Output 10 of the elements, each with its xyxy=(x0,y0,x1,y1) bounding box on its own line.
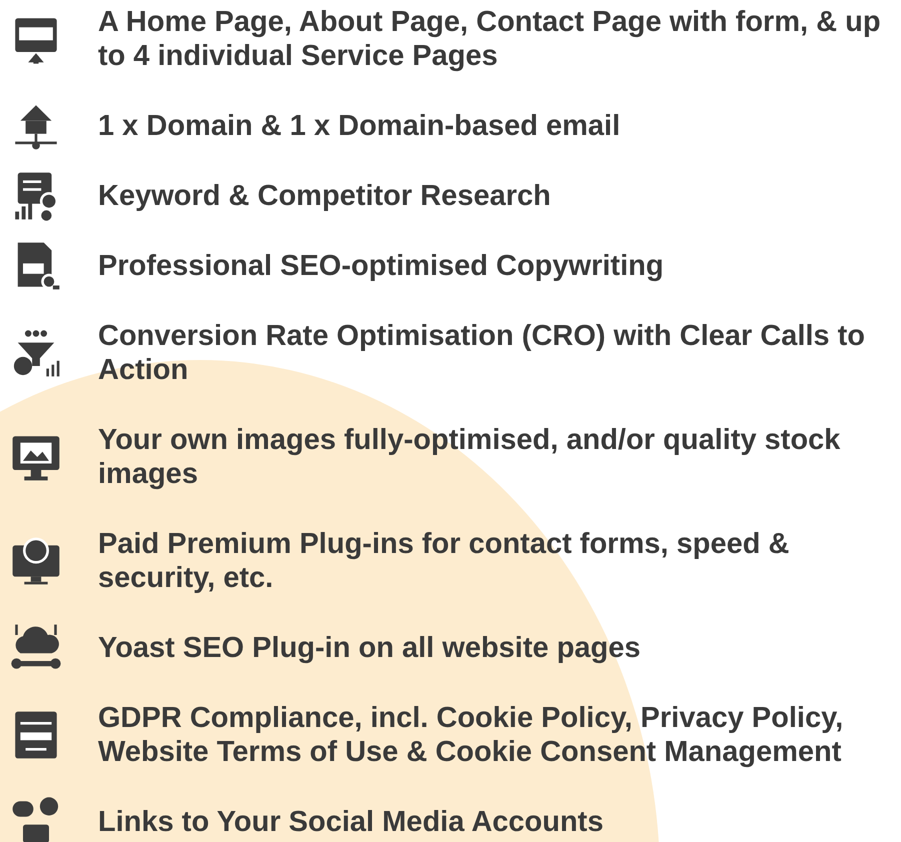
feature-text: 1 x Domain & 1 x Domain-based email xyxy=(98,109,620,143)
feature-text: Yoast SEO Plug-in on all website pages xyxy=(98,631,641,665)
feature-text: A Home Page, About Page, Contact Page with form, & up to 4 individual Service Pages xyxy=(98,5,882,73)
feature-text: Your own images fully-optimised, and/or quality stock images xyxy=(98,423,842,491)
feature-text: Conversion Rate Optimisation (CRO) with Clear Calls to Action xyxy=(98,319,866,387)
feature-text: Links to Your Social Media Accounts xyxy=(98,805,604,839)
feature-text: Keyword & Competitor Research xyxy=(98,179,551,213)
feature-text: Paid Premium Plug-ins for contact forms, speed & security, etc. xyxy=(98,527,790,595)
feature-text: GDPR Compliance, incl. Cookie Policy, Privacy Policy, Website Terms of Use & Cookie Consent Management xyxy=(98,701,844,769)
feature-text: Professional SEO-optimised Copywriting xyxy=(98,249,664,283)
